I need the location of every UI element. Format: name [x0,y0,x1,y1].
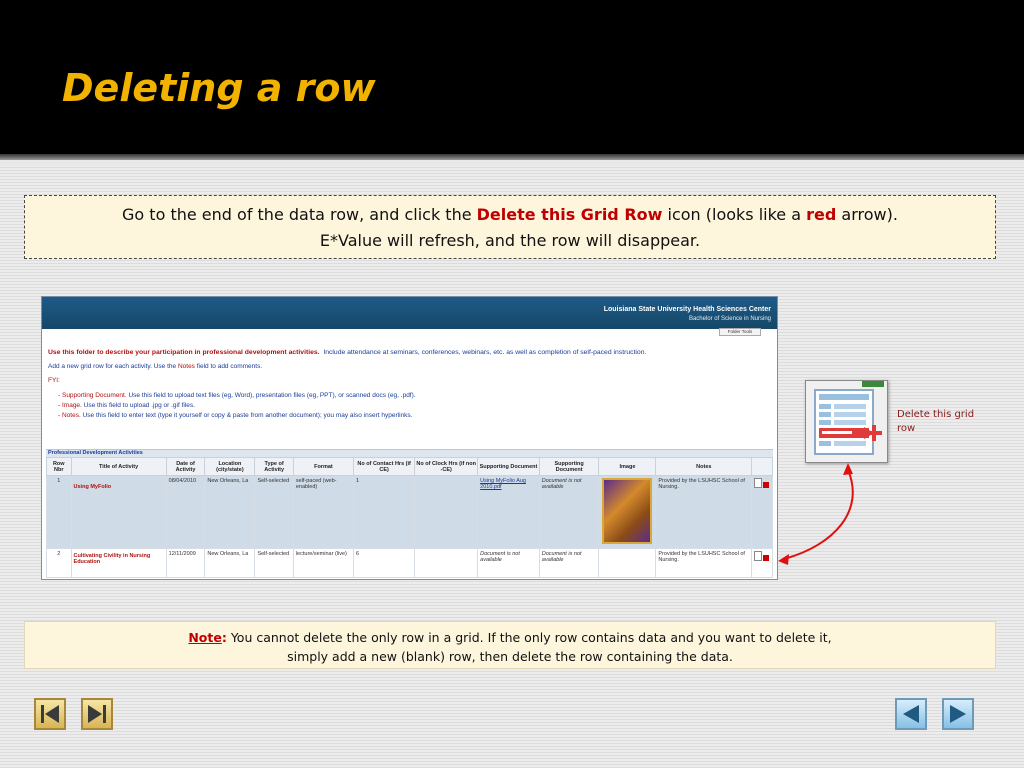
edit-row-icon[interactable] [754,478,763,488]
note-text: You cannot delete the only row in a grid… [226,630,832,645]
notes-cell: Provided by the LSUHSC School of Nursing… [655,548,753,578]
bullet-text: Use this field to upload .jpg or .gif fi… [81,402,195,409]
note-box: Note: You cannot delete the only row in … [24,621,996,669]
activity-type: Self-selected [254,548,294,578]
org-name: Louisiana State University Health Scienc… [603,306,771,313]
note-line-1: Note: You cannot delete the only row in … [25,628,995,647]
next-arrow-icon [950,705,966,723]
instruction-callout: Go to the end of the data row, and click… [24,195,996,259]
bullet-label: Supporting Document. [61,392,127,399]
col-header: Notes [655,457,753,476]
col-header: Supporting Document [538,457,600,476]
contact-hours: 1 [352,475,416,549]
clock-hours [414,475,479,549]
note-line-2: simply add a new (blank) row, then delet… [287,649,733,664]
next-slide-button[interactable] [942,698,974,730]
add-row-text: Add a new grid row for each activity. Us… [48,363,262,370]
col-header: Supporting Document [477,457,540,476]
evalue-screenshot: Louisiana State University Health Scienc… [41,296,778,580]
slide-title: Deleting a row [62,66,376,110]
col-header: Date of Activity [165,457,206,476]
last-slide-icon [88,705,106,723]
last-slide-button[interactable] [81,698,113,730]
table-row: 2 Cultivating Civility in Nursing Educat… [46,548,773,578]
fyi-bullet: - Notes. Use this field to enter text (t… [58,412,413,419]
image-cell [598,548,657,578]
notes-cell: Provided by the LSUHSC School of Nursing… [655,475,753,549]
delete-row-icon [814,381,884,455]
callout-line-2: E*Value will refresh, and the row will d… [319,231,701,250]
supporting-doc: Document is not available [477,548,540,578]
app-header: Louisiana State University Health Scienc… [42,297,777,329]
col-header: Title of Activity [70,457,167,476]
previous-arrow-icon [903,705,919,723]
col-header: Format [292,457,355,476]
clock-hours [414,548,479,578]
bullet-text: Use this field to upload text files (eg,… [126,392,416,399]
activity-date: 12/11/2009 [165,548,206,578]
activity-location: New Orleans, La [204,548,256,578]
delete-grid-row-icon-zoomed [805,380,888,463]
row-nbr: 2 [46,548,72,578]
intro-rest: Include attendance at seminars, conferen… [323,349,647,356]
supporting-doc-2: Document is not available [538,475,600,549]
image-cell [598,475,657,549]
title-divider [0,154,1024,160]
supporting-doc: Using MyFolio Aug 2010.pdf [477,475,540,549]
callout-red-word: red [806,205,837,224]
delete-row-icon[interactable] [763,555,770,561]
activities-grid: Row Nbr Title of Activity Date of Activi… [46,457,773,578]
add-row-post: field to add comments. [194,363,263,370]
bullet-label: Notes. [61,412,81,419]
col-header: No of Clock Hrs (if non -CE) [414,457,479,476]
folder-tools-select[interactable]: Folder Tools [719,328,761,336]
title-bar: Deleting a row [0,0,1024,160]
col-header: No of Contact Hrs (if CE) [352,457,416,476]
program-name: Bachelor of Science in Nursing [688,316,771,322]
fyi-bullet: - Supporting Document. Use this field to… [58,392,416,399]
first-slide-icon [41,705,59,723]
activity-type: Self-selected [254,475,294,549]
activity-title-text: Using MyFolio [73,484,112,490]
activity-title: Using MyFolio [70,475,167,549]
first-slide-button[interactable] [34,698,66,730]
callout-text: arrow). [836,205,898,224]
intro-text: Use this folder to describe your partici… [48,349,646,356]
col-header: Image [598,457,657,476]
activity-title-text: Cultivating Civility in Nursing Educatio… [73,553,151,565]
callout-highlight: Delete this Grid Row [476,205,663,224]
add-row-pre: Add a new grid row for each activity. Us… [48,363,178,370]
activity-date: 08/04/2010 [165,475,206,549]
col-header: Location (city/state) [204,457,256,476]
section-title: Professional Development Activities [46,449,773,457]
activity-format: self-paced (web-enabled) [292,475,355,549]
pointer-arrow [778,463,854,565]
fyi-label: FYI: [48,377,60,384]
col-header: Row Nbr [46,457,72,476]
edit-row-icon[interactable] [754,551,763,561]
notes-word: Notes [177,363,195,370]
grid-header-row: Row Nbr Title of Activity Date of Activi… [46,457,773,476]
supporting-doc-link[interactable]: Using MyFolio Aug 2010.pdf [480,478,526,490]
activity-location: New Orleans, La [204,475,256,549]
activity-title: Cultivating Civility in Nursing Educatio… [70,548,167,578]
callout-text: icon (looks like a [662,205,807,224]
callout-text: Go to the end of the data row, and click… [122,205,477,224]
tiger-image [602,478,653,544]
note-label: Note [188,630,222,645]
bullet-label: Image. [61,402,82,409]
contact-hours: 6 [352,548,416,578]
intro-bold: Use this folder to describe your partici… [48,349,320,356]
row-nbr: 1 [46,475,72,549]
table-row: 1 Using MyFolio 08/04/2010 New Orleans, … [46,475,773,549]
activity-format: lecture/seminar (live) [292,548,355,578]
previous-slide-button[interactable] [895,698,927,730]
fyi-bullet: - Image. Use this field to upload .jpg o… [58,402,195,409]
col-header: Type of Activity [254,457,294,476]
delete-row-icon[interactable] [763,482,770,488]
bullet-text: Use this field to enter text (type it yo… [80,412,413,419]
callout-line-1: Go to the end of the data row, and click… [25,202,995,228]
supporting-doc-2: Document is not available [538,548,600,578]
delete-grid-row-label: Delete this grid row [897,409,975,434]
